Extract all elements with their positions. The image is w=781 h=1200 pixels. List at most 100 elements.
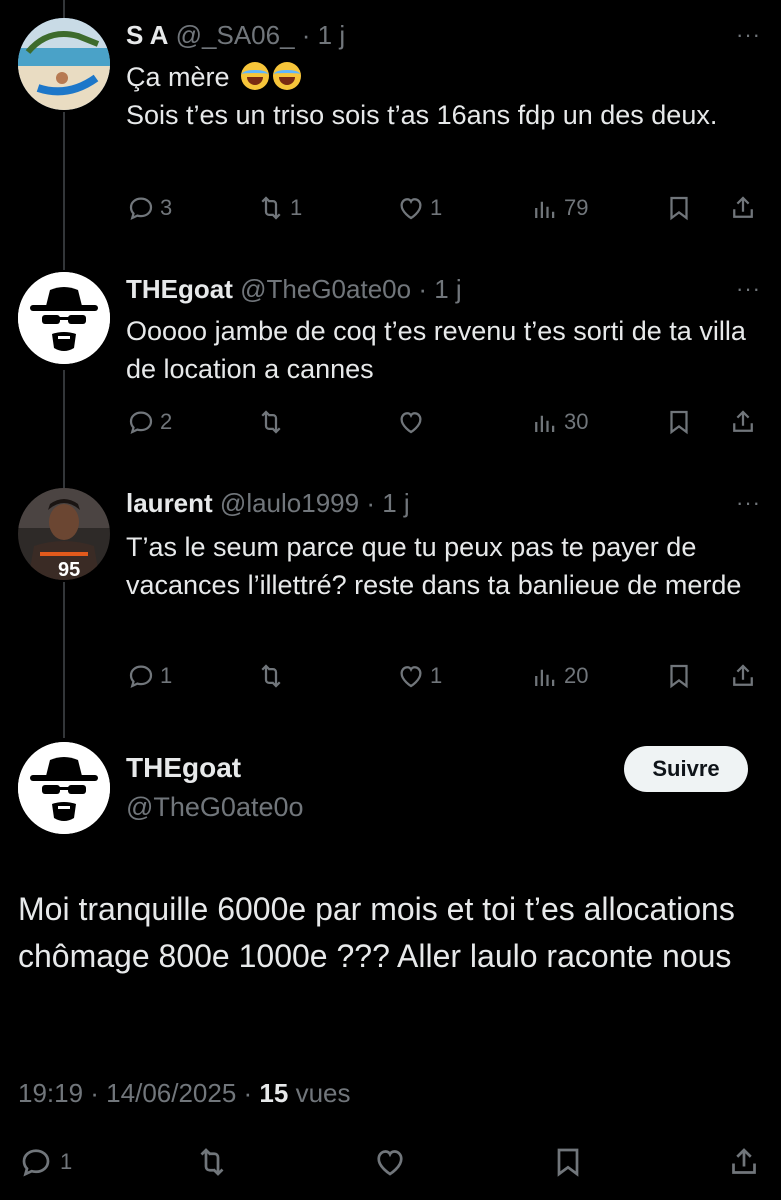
timestamp[interactable]: · 1 j <box>302 20 345 50</box>
retweet-count: 1 <box>290 195 303 220</box>
avatar[interactable] <box>18 272 110 364</box>
tweet-actions: 3 1 1 79 <box>126 188 766 228</box>
tweet-text: Ça mère Sois t’es un triso sois t’as 16a… <box>126 58 756 134</box>
reply-count: 2 <box>160 409 173 434</box>
reply-icon <box>129 665 153 689</box>
tweet-line: Sois t’es un triso sois t’as 16ans fdp u… <box>126 100 718 130</box>
reply-icon <box>129 411 153 435</box>
tweet-actions: 2 30 <box>126 402 766 442</box>
tweet-header: S A @_SA06_ · 1 j <box>126 20 345 51</box>
views-count: 30 <box>564 409 589 434</box>
bookmark-button[interactable] <box>664 402 694 442</box>
like-count: 1 <box>430 195 443 220</box>
retweet-icon <box>261 664 281 688</box>
reply-button[interactable]: 1 <box>18 1140 72 1184</box>
reply-count: 3 <box>160 195 173 220</box>
retweet-icon <box>261 410 281 434</box>
timestamp[interactable]: · 1 j <box>366 488 409 518</box>
retweet-button[interactable] <box>256 656 290 696</box>
retweet-button[interactable]: 1 <box>256 188 302 228</box>
like-count: 1 <box>430 663 443 688</box>
share-icon <box>732 1148 756 1174</box>
author-name[interactable]: laurent <box>126 488 213 518</box>
svg-text:95: 95 <box>58 559 80 580</box>
thread-connector <box>63 370 65 488</box>
main-tweet-actions: 1 <box>0 1140 781 1184</box>
bookmark-button[interactable] <box>664 188 694 228</box>
views-chart-icon <box>535 415 555 432</box>
retweet-button[interactable] <box>256 402 290 442</box>
like-button[interactable]: 1 <box>396 656 442 696</box>
author-name[interactable]: THEgoat <box>126 752 241 784</box>
views-button[interactable]: 30 <box>530 402 588 442</box>
share-button[interactable] <box>728 188 758 228</box>
views-count: 15 <box>259 1078 289 1108</box>
views-label: vues <box>295 1078 351 1108</box>
bookmark-button[interactable] <box>550 1140 586 1184</box>
bookmark-icon <box>670 410 688 435</box>
tweet-actions: 1 1 20 <box>126 656 766 696</box>
share-button[interactable] <box>728 402 758 442</box>
follow-button[interactable]: Suivre <box>624 746 748 792</box>
reply-icon <box>129 197 153 221</box>
tweet-line: Ooooo jambe de coq t’es revenu t’es sort… <box>126 316 746 384</box>
tweet-line: Ça mère <box>126 62 230 92</box>
retweet-icon <box>200 1148 224 1176</box>
author-name[interactable]: S A <box>126 20 168 50</box>
tweet-text: T’as le seum parce que tu peux pas te pa… <box>126 528 756 604</box>
tweet-meta: 19:19 · 14/06/2025 · 15 vues <box>18 1078 351 1109</box>
avatar[interactable]: 95 <box>18 488 110 580</box>
heart-icon <box>400 412 422 434</box>
thread-connector <box>63 582 65 738</box>
more-options-icon[interactable]: ··· <box>736 276 761 302</box>
author-name[interactable]: THEgoat <box>126 274 233 304</box>
author-handle[interactable]: @laulo1999 <box>220 488 359 518</box>
views-button[interactable]: 20 <box>530 656 588 696</box>
tweet-line: T’as le seum parce que tu peux pas te pa… <box>126 532 742 600</box>
thread-connector <box>63 112 65 270</box>
author-handle[interactable]: @TheG0ate0o <box>240 274 411 304</box>
reply-count: 1 <box>160 663 173 688</box>
views-chart-icon <box>535 201 555 218</box>
heart-icon <box>400 666 422 688</box>
views-button[interactable]: 79 <box>530 188 588 228</box>
more-options-icon[interactable]: ··· <box>736 22 761 48</box>
like-button[interactable] <box>372 1140 408 1184</box>
timestamp[interactable]: · 1 j <box>418 274 461 304</box>
heart-icon <box>400 198 422 220</box>
tweet-text: Ooooo jambe de coq t’es revenu t’es sort… <box>126 312 756 388</box>
like-button[interactable]: 1 <box>396 188 442 228</box>
avatar[interactable] <box>18 18 110 110</box>
laughing-emoji-icon <box>241 62 270 90</box>
avatar[interactable] <box>18 742 110 834</box>
like-button[interactable] <box>396 402 430 442</box>
laughing-emoji-icon <box>273 62 302 90</box>
reply-count: 1 <box>60 1149 73 1174</box>
views-chart-icon <box>535 669 555 686</box>
heart-icon <box>377 1150 403 1176</box>
retweet-button[interactable] <box>194 1140 230 1184</box>
author-handle[interactable]: @_SA06_ <box>176 20 295 50</box>
share-icon <box>733 664 753 686</box>
tweet-header: THEgoat @TheG0ate0o · 1 j <box>126 274 462 305</box>
bookmark-icon <box>557 1148 579 1177</box>
more-options-icon[interactable]: ··· <box>736 490 761 516</box>
main-tweet-text: Moi tranquille 6000e par mois et toi t’e… <box>18 891 735 974</box>
reply-button[interactable]: 1 <box>126 656 172 696</box>
retweet-icon <box>261 196 281 220</box>
post-timestamp[interactable]: 19:19 · 14/06/2025 · <box>18 1078 252 1108</box>
views-count: 20 <box>564 663 589 688</box>
views-count: 79 <box>564 195 589 220</box>
share-button[interactable] <box>728 656 758 696</box>
reply-icon <box>22 1149 50 1177</box>
bookmark-button[interactable] <box>664 656 694 696</box>
bookmark-icon <box>670 664 688 689</box>
reply-button[interactable]: 2 <box>126 402 172 442</box>
thread-connector <box>63 0 65 18</box>
share-icon <box>733 196 753 218</box>
bookmark-icon <box>670 196 688 221</box>
author-handle[interactable]: @TheG0ate0o <box>126 792 304 823</box>
tweet-header: laurent @laulo1999 · 1 j <box>126 488 410 519</box>
reply-button[interactable]: 3 <box>126 188 172 228</box>
share-button[interactable] <box>726 1140 762 1184</box>
